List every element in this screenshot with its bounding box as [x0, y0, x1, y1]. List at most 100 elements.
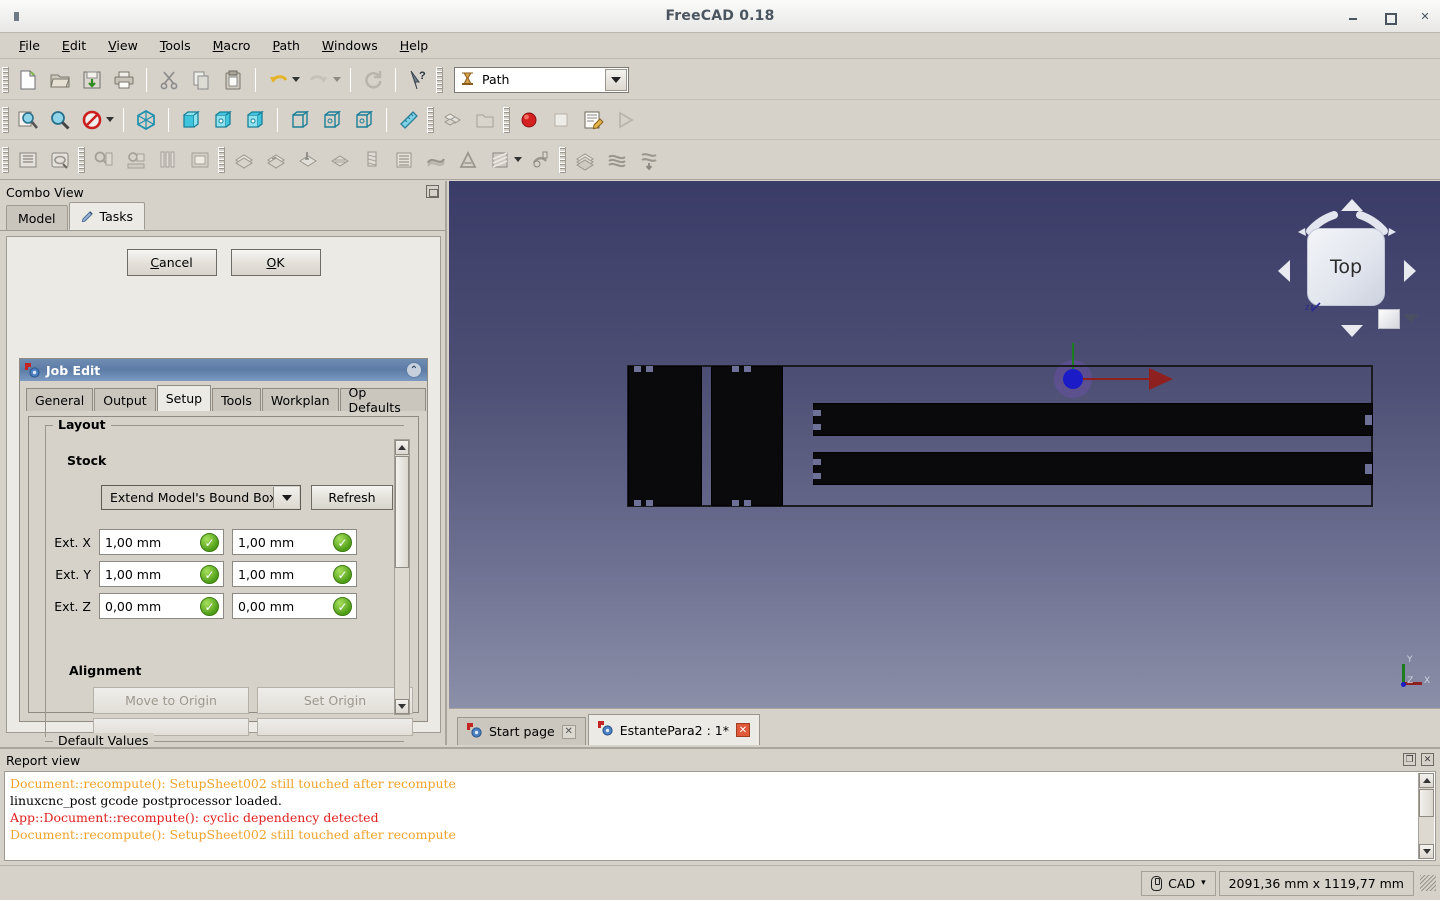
undo-icon[interactable]	[262, 64, 294, 96]
tab-general[interactable]: General	[26, 388, 94, 411]
rear-view-icon[interactable]	[284, 104, 316, 136]
cancel-button[interactable]: Cancel	[126, 249, 217, 276]
right-view-icon[interactable]	[239, 104, 271, 136]
shelf-2[interactable]	[813, 452, 1373, 485]
minimize-button[interactable]	[1346, 10, 1360, 24]
toolbar-grip[interactable]	[427, 106, 434, 133]
toolbar-grip[interactable]	[2, 146, 9, 173]
bottom-view-icon[interactable]	[316, 104, 348, 136]
macro-execute-icon[interactable]	[609, 104, 641, 136]
refresh-icon[interactable]	[357, 64, 389, 96]
menu-file[interactable]: File	[8, 35, 51, 56]
scroll-up-arrow[interactable]	[1419, 773, 1434, 788]
whats-this-icon[interactable]: ?	[402, 64, 434, 96]
set-origin-button[interactable]: Set Origin	[257, 687, 413, 714]
helix-icon[interactable]	[356, 144, 388, 176]
profile-icon[interactable]	[228, 144, 260, 176]
setup-scrollbar[interactable]	[394, 439, 410, 715]
shelf-1[interactable]	[813, 403, 1373, 436]
pocket-shape-icon[interactable]	[260, 144, 292, 176]
navigation-cube[interactable]: Top z	[1272, 193, 1422, 343]
toolbar-grip[interactable]	[2, 106, 9, 133]
macro-stop-icon[interactable]	[545, 104, 577, 136]
vcarve-icon[interactable]	[525, 144, 557, 176]
chevron-down-icon[interactable]	[605, 68, 627, 91]
scroll-down-arrow[interactable]	[395, 699, 409, 714]
navigation-style-selector[interactable]: CAD ▾	[1141, 870, 1216, 896]
tab-model[interactable]: Model	[6, 205, 68, 230]
front-view-icon[interactable]	[175, 104, 207, 136]
refresh-stock-button[interactable]: Refresh	[311, 485, 393, 510]
undock-icon[interactable]	[426, 185, 439, 198]
simulator-icon[interactable]	[120, 144, 152, 176]
scroll-down-arrow[interactable]	[1419, 844, 1434, 859]
menu-macro[interactable]: Macro	[202, 35, 262, 56]
cut-icon[interactable]	[153, 64, 185, 96]
array-icon[interactable]	[569, 144, 601, 176]
move-to-origin-button[interactable]: Move to Origin	[93, 687, 249, 714]
ext-z-pos-input[interactable]: 0,00 mm	[232, 593, 357, 619]
tab-tools[interactable]: Tools	[212, 388, 261, 411]
job-create-icon[interactable]	[12, 144, 44, 176]
panel-left-2[interactable]	[711, 366, 783, 506]
maximize-button[interactable]	[1382, 10, 1397, 25]
toolbit-dock-icon[interactable]	[184, 144, 216, 176]
nav-arrow-right[interactable]	[1404, 260, 1416, 282]
toolbar-grip[interactable]	[78, 146, 85, 173]
scrollbar-thumb[interactable]	[395, 456, 409, 568]
align-extra-button-2[interactable]	[257, 718, 413, 736]
surface-icon[interactable]	[420, 144, 452, 176]
close-icon[interactable]: ✕	[1421, 753, 1434, 766]
report-view-content[interactable]: Document::recompute(): SetupSheet002 sti…	[4, 771, 1436, 861]
print-document-icon[interactable]	[108, 64, 140, 96]
copy-icon[interactable]	[185, 64, 217, 96]
undock-icon[interactable]: ❐	[1403, 753, 1416, 766]
ext-x-neg-input[interactable]: 1,00 mm	[99, 529, 224, 555]
stock-type-select[interactable]: Extend Model's Bound Box	[101, 485, 301, 510]
tab-setup[interactable]: Setup	[156, 385, 212, 411]
measure-icon[interactable]	[393, 104, 425, 136]
inspect-gcode-icon[interactable]	[88, 144, 120, 176]
copy-op-icon[interactable]	[601, 144, 633, 176]
menu-edit[interactable]: Edit	[51, 35, 97, 56]
create-group-icon[interactable]	[469, 104, 501, 136]
open-document-icon[interactable]	[44, 64, 76, 96]
workbench-selector[interactable]: Path	[454, 66, 629, 93]
toolbar-grip[interactable]	[436, 66, 443, 93]
nav-mini-dropdown-icon[interactable]	[1403, 314, 1419, 323]
redo-icon[interactable]	[303, 64, 335, 96]
tab-op-defaults[interactable]: Op Defaults	[339, 385, 426, 415]
engrave-icon[interactable]	[452, 144, 484, 176]
face-icon[interactable]	[324, 144, 356, 176]
ext-z-neg-input[interactable]: 0,00 mm	[99, 593, 224, 619]
ext-x-pos-input[interactable]: 1,00 mm	[232, 529, 357, 555]
top-view-icon[interactable]	[207, 104, 239, 136]
menu-view[interactable]: View	[97, 35, 149, 56]
macro-edit-icon[interactable]	[577, 104, 609, 136]
nav-arrow-left[interactable]	[1278, 260, 1290, 282]
menu-windows[interactable]: Windows	[311, 35, 389, 56]
job-edit-icon[interactable]	[44, 144, 76, 176]
ext-y-pos-input[interactable]: 1,00 mm	[232, 561, 357, 587]
resize-grip[interactable]	[1420, 875, 1436, 891]
create-part-icon[interactable]	[437, 104, 469, 136]
nav-arrow-down[interactable]	[1341, 325, 1363, 337]
nav-arrow-up[interactable]	[1341, 199, 1363, 211]
chevron-down-icon[interactable]	[273, 487, 299, 508]
tab-tasks[interactable]: Tasks	[68, 202, 146, 230]
deburr-icon[interactable]	[484, 144, 516, 176]
toolbar-grip[interactable]	[559, 146, 566, 173]
scrollbar-thumb[interactable]	[1419, 789, 1434, 817]
macro-record-icon[interactable]	[513, 104, 545, 136]
3d-viewport[interactable]: Top z Y X Z	[449, 181, 1440, 708]
fit-selection-icon[interactable]	[44, 104, 76, 136]
close-icon[interactable]: ✕	[561, 724, 576, 739]
adaptive-icon[interactable]	[388, 144, 420, 176]
menu-path[interactable]: Path	[261, 35, 310, 56]
ext-y-neg-input[interactable]: 1,00 mm	[99, 561, 224, 587]
panel-left-1[interactable]	[628, 366, 702, 506]
chevron-down-icon[interactable]: ▾	[1201, 878, 1206, 888]
new-document-icon[interactable]	[12, 64, 44, 96]
drilling-icon[interactable]	[292, 144, 324, 176]
report-scrollbar[interactable]	[1418, 773, 1434, 859]
